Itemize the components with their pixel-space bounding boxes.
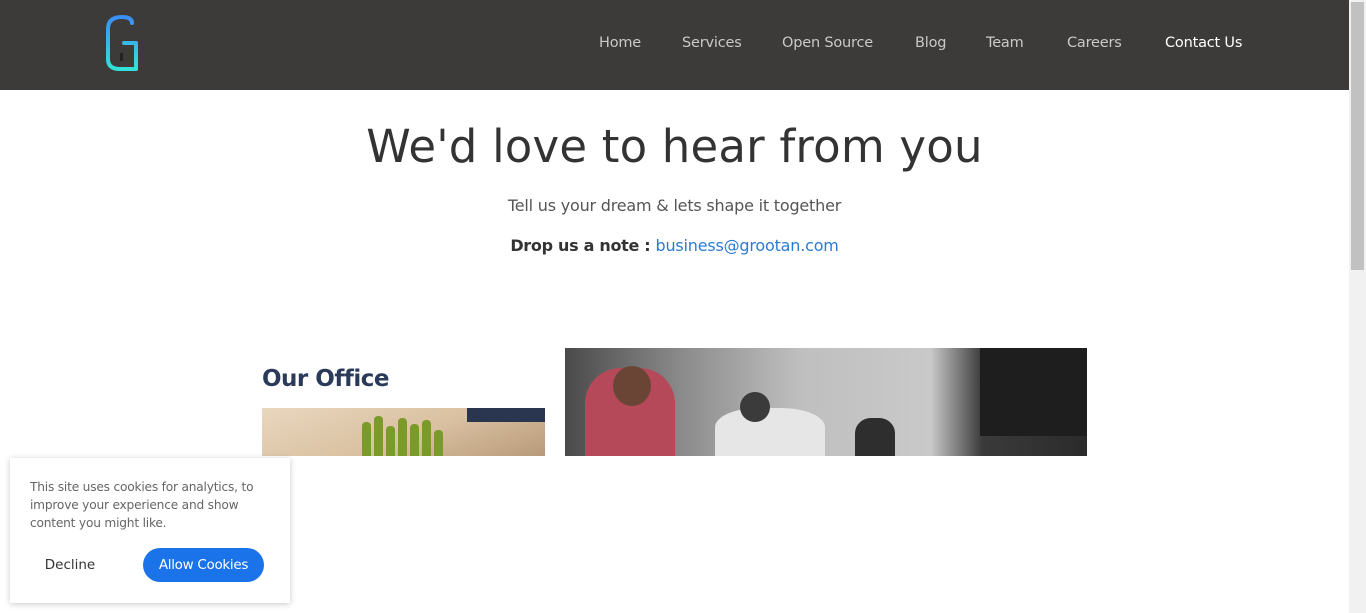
- wall-screen: [980, 348, 1087, 436]
- chair: [855, 418, 895, 456]
- plant-stem: [386, 426, 395, 456]
- plant-stem: [410, 424, 419, 456]
- office-label: Our Office: [262, 366, 389, 392]
- nav-contact-us[interactable]: Contact Us: [1165, 35, 1242, 51]
- person-silhouette: [715, 408, 825, 456]
- team-photo: [565, 348, 1087, 456]
- plant-stem: [374, 416, 383, 456]
- site-header: Home Services Open Source Blog Team Care…: [0, 0, 1349, 90]
- main-nav: Home Services Open Source Blog Team Care…: [0, 0, 1349, 90]
- decline-button[interactable]: Decline: [30, 548, 110, 582]
- nav-careers[interactable]: Careers: [1067, 35, 1122, 51]
- page-title: We'd love to hear from you: [366, 120, 983, 173]
- plant-stem: [398, 418, 407, 456]
- plant-stem: [434, 430, 443, 456]
- page-subtitle: Tell us your dream & lets shape it toget…: [507, 196, 842, 215]
- nav-home[interactable]: Home: [599, 35, 641, 51]
- scrollbar-thumb[interactable]: [1351, 2, 1364, 270]
- email-link[interactable]: business@grootan.com: [656, 236, 839, 255]
- nav-team[interactable]: Team: [986, 35, 1024, 51]
- nav-services[interactable]: Services: [682, 35, 742, 51]
- page-scrollbar[interactable]: [1349, 0, 1366, 613]
- office-desk-graphic: [262, 408, 545, 456]
- person-head: [740, 392, 770, 422]
- cookie-message: This site uses cookies for analytics, to…: [30, 480, 254, 530]
- cookie-banner: This site uses cookies for analytics, to…: [10, 458, 290, 603]
- plant-stem: [422, 420, 431, 456]
- allow-cookies-button[interactable]: Allow Cookies: [143, 548, 264, 582]
- plant-stem: [362, 422, 371, 456]
- note-label: Drop us a note :: [510, 236, 651, 255]
- contact-note: Drop us a note : business@grootan.com: [0, 236, 1349, 255]
- nav-open-source[interactable]: Open Source: [782, 35, 873, 51]
- office-object: [467, 408, 545, 422]
- our-office-image: Our Office: [262, 348, 545, 456]
- nav-blog[interactable]: Blog: [915, 35, 946, 51]
- person-head: [613, 366, 651, 406]
